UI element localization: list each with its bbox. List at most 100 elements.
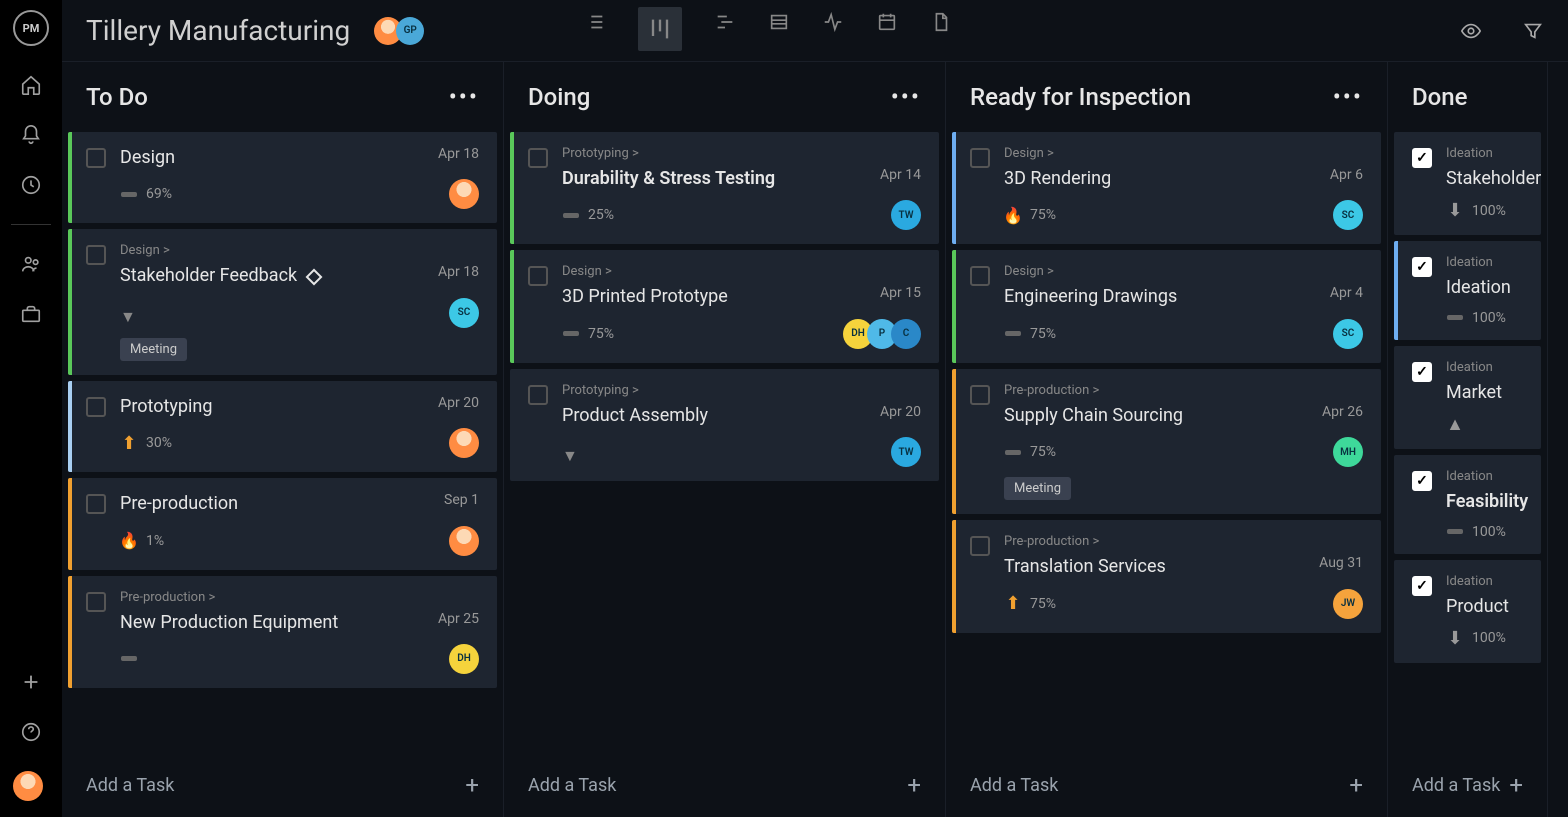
column-title: Ready for Inspection <box>970 83 1191 111</box>
progress-percent: 75% <box>588 326 614 342</box>
checkbox[interactable] <box>970 385 990 405</box>
avatar[interactable]: DH <box>449 644 479 674</box>
avatar[interactable]: C <box>891 319 921 349</box>
checkbox[interactable] <box>970 266 990 286</box>
task-card[interactable]: Design >3D Printed PrototypeApr 1575%DHP… <box>510 250 939 362</box>
checkbox[interactable] <box>528 148 548 168</box>
checkbox[interactable] <box>970 148 990 168</box>
assignees: SC <box>1333 319 1363 349</box>
filter-icon[interactable] <box>1522 20 1544 42</box>
assignees: MH <box>1333 437 1363 467</box>
project-members[interactable]: GP <box>374 17 424 45</box>
task-card[interactable]: Design >3D RenderingApr 6🔥75%SC <box>952 132 1381 244</box>
plus-icon: + <box>907 771 921 799</box>
checkbox[interactable] <box>86 592 106 612</box>
task-card[interactable]: ✓IdeationIdeation100% <box>1394 241 1541 339</box>
parent-breadcrumb: Ideation <box>1446 574 1523 589</box>
avatar[interactable]: TW <box>891 200 921 230</box>
activity-icon[interactable] <box>822 11 844 33</box>
task-card[interactable]: Prototyping >Durability & Stress Testing… <box>510 132 939 244</box>
due-date: Apr 25 <box>428 611 479 627</box>
checkbox[interactable]: ✓ <box>1412 576 1432 596</box>
checkbox[interactable] <box>86 494 106 514</box>
eye-icon[interactable] <box>1460 20 1482 42</box>
parent-breadcrumb: Ideation <box>1446 255 1523 270</box>
task-card[interactable]: Pre-production >Supply Chain SourcingApr… <box>952 369 1381 514</box>
chevron-down-icon[interactable]: ▼ <box>120 307 136 327</box>
people-icon[interactable] <box>20 253 42 275</box>
avatar[interactable]: JW <box>1333 589 1363 619</box>
add-task-button[interactable]: Add a Task+ <box>504 753 945 817</box>
assignees <box>449 526 479 556</box>
checkbox[interactable] <box>528 385 548 405</box>
priority-icon: ⬇ <box>1446 200 1464 221</box>
checkbox[interactable]: ✓ <box>1412 257 1432 277</box>
checkbox[interactable]: ✓ <box>1412 471 1432 491</box>
checkbox[interactable] <box>86 148 106 168</box>
add-task-button[interactable]: Add a Task+ <box>62 753 503 817</box>
add-task-label: Add a Task <box>970 775 1058 796</box>
priority-icon <box>1004 450 1022 455</box>
calendar-icon[interactable] <box>876 11 898 33</box>
task-card[interactable]: ✓IdeationFeasibility100% <box>1394 455 1541 553</box>
parent-breadcrumb: Design > <box>120 243 479 258</box>
list-view-icon[interactable] <box>584 11 606 33</box>
task-card[interactable]: DesignApr 1869% <box>68 132 497 223</box>
due-date: Apr 18 <box>428 146 479 162</box>
progress-percent: 100% <box>1472 524 1506 540</box>
top-header: Tillery Manufacturing GP <box>62 0 1568 62</box>
checkbox[interactable] <box>86 245 106 265</box>
home-icon[interactable] <box>20 74 42 96</box>
gantt-view-icon[interactable] <box>714 11 736 33</box>
file-icon[interactable] <box>930 11 952 33</box>
add-icon[interactable] <box>20 671 42 693</box>
task-card[interactable]: Design >Stakeholder Feedback Apr 18▼SCMe… <box>68 229 497 374</box>
task-card[interactable]: Pre-production >New Production Equipment… <box>68 576 497 688</box>
checkbox[interactable] <box>970 536 990 556</box>
avatar[interactable]: SC <box>1333 319 1363 349</box>
avatar[interactable]: GP <box>396 17 424 45</box>
briefcase-icon[interactable] <box>20 303 42 325</box>
add-task-button[interactable]: Add a Task+ <box>1388 753 1547 817</box>
bell-icon[interactable] <box>20 124 42 146</box>
task-card[interactable]: Design >Engineering DrawingsApr 475%SC <box>952 250 1381 362</box>
due-date: Apr 18 <box>428 264 479 280</box>
avatar[interactable]: MH <box>1333 437 1363 467</box>
progress-percent: 30% <box>146 435 172 451</box>
checkbox[interactable] <box>528 266 548 286</box>
task-card[interactable]: PrototypingApr 20⬆30% <box>68 381 497 472</box>
task-card[interactable]: Pre-productionSep 1🔥1% <box>68 478 497 569</box>
column-menu-icon[interactable]: ••• <box>891 83 921 111</box>
help-icon[interactable] <box>20 721 42 743</box>
clock-icon[interactable] <box>20 174 42 196</box>
add-task-button[interactable]: Add a Task + <box>946 753 1387 817</box>
task-card[interactable]: Prototyping >Product AssemblyApr 20▼TW <box>510 369 939 481</box>
checkbox[interactable]: ✓ <box>1412 362 1432 382</box>
board-view-icon[interactable] <box>638 7 682 51</box>
progress-percent: 69% <box>146 186 172 202</box>
avatar[interactable]: SC <box>449 298 479 328</box>
checkbox[interactable] <box>86 397 106 417</box>
avatar[interactable] <box>449 179 479 209</box>
avatar[interactable] <box>449 428 479 458</box>
task-card[interactable]: ✓IdeationProduct⬇100% <box>1394 560 1541 663</box>
kanban-board: To Do•••DesignApr 1869%Design >Stakehold… <box>62 62 1568 817</box>
task-card[interactable]: ✓IdeationMarket▲ <box>1394 346 1541 449</box>
app-logo[interactable]: PM <box>13 10 49 46</box>
column-menu-icon[interactable]: ••• <box>449 83 479 111</box>
user-avatar[interactable] <box>13 771 43 801</box>
checkbox[interactable]: ✓ <box>1412 148 1432 168</box>
due-date: Aug 31 <box>1309 555 1363 571</box>
progress-percent: 75% <box>1030 596 1056 612</box>
column-menu-icon[interactable]: ••• <box>1333 83 1363 111</box>
task-card[interactable]: Pre-production >Translation ServicesAug … <box>952 520 1381 632</box>
task-card[interactable]: ✓IdeationStakeholder⬇100% <box>1394 132 1541 235</box>
chevron-down-icon[interactable]: ▼ <box>562 446 578 466</box>
avatar[interactable] <box>449 526 479 556</box>
avatar[interactable]: TW <box>891 437 921 467</box>
assignees: SC <box>1333 200 1363 230</box>
avatar[interactable]: SC <box>1333 200 1363 230</box>
table-view-icon[interactable] <box>768 11 790 33</box>
kanban-column: To Do•••DesignApr 1869%Design >Stakehold… <box>62 62 504 817</box>
plus-icon: + <box>1349 771 1363 799</box>
